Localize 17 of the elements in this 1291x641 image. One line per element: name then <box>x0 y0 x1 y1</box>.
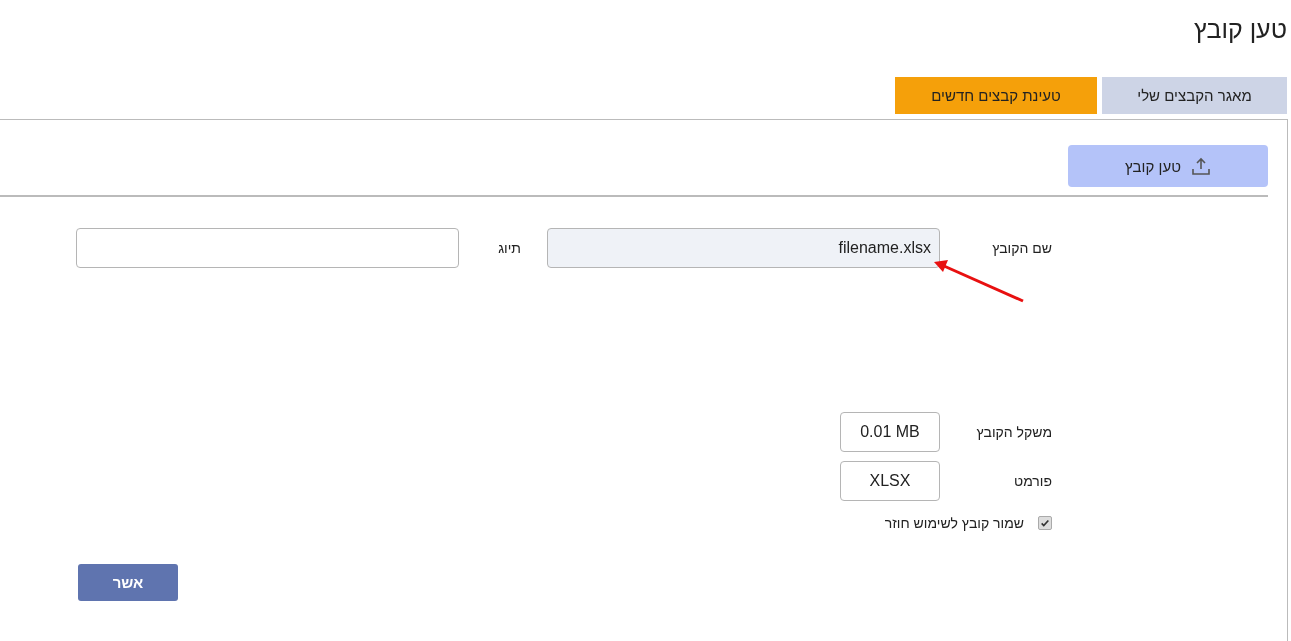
checkbox[interactable] <box>1038 516 1052 530</box>
field-label: תיוג <box>497 240 521 256</box>
page-title: טען קובץ <box>1193 14 1287 45</box>
tag-field[interactable] <box>76 228 459 268</box>
checkbox-label: שמור קובץ לשימוש חוזר <box>884 515 1024 531</box>
tab[interactable]: טעינת קבצים חדשים <box>895 77 1097 114</box>
field-label: פורמט <box>1013 473 1052 489</box>
field-label: שם הקובץ <box>991 240 1052 256</box>
tab[interactable]: מאגר הקבצים שלי <box>1102 77 1287 114</box>
confirm-button[interactable]: אשר <box>78 564 178 601</box>
upload-button[interactable]: טען קובץ <box>1068 145 1268 187</box>
file-size-field[interactable]: 0.01 MB <box>840 412 940 452</box>
checkmark-icon <box>1040 518 1050 528</box>
format-field[interactable]: XLSX <box>840 461 940 501</box>
field-label: משקל הקובץ <box>975 424 1052 440</box>
file-name-field[interactable]: filename.xlsx <box>547 228 940 268</box>
upload-icon <box>1190 156 1211 176</box>
